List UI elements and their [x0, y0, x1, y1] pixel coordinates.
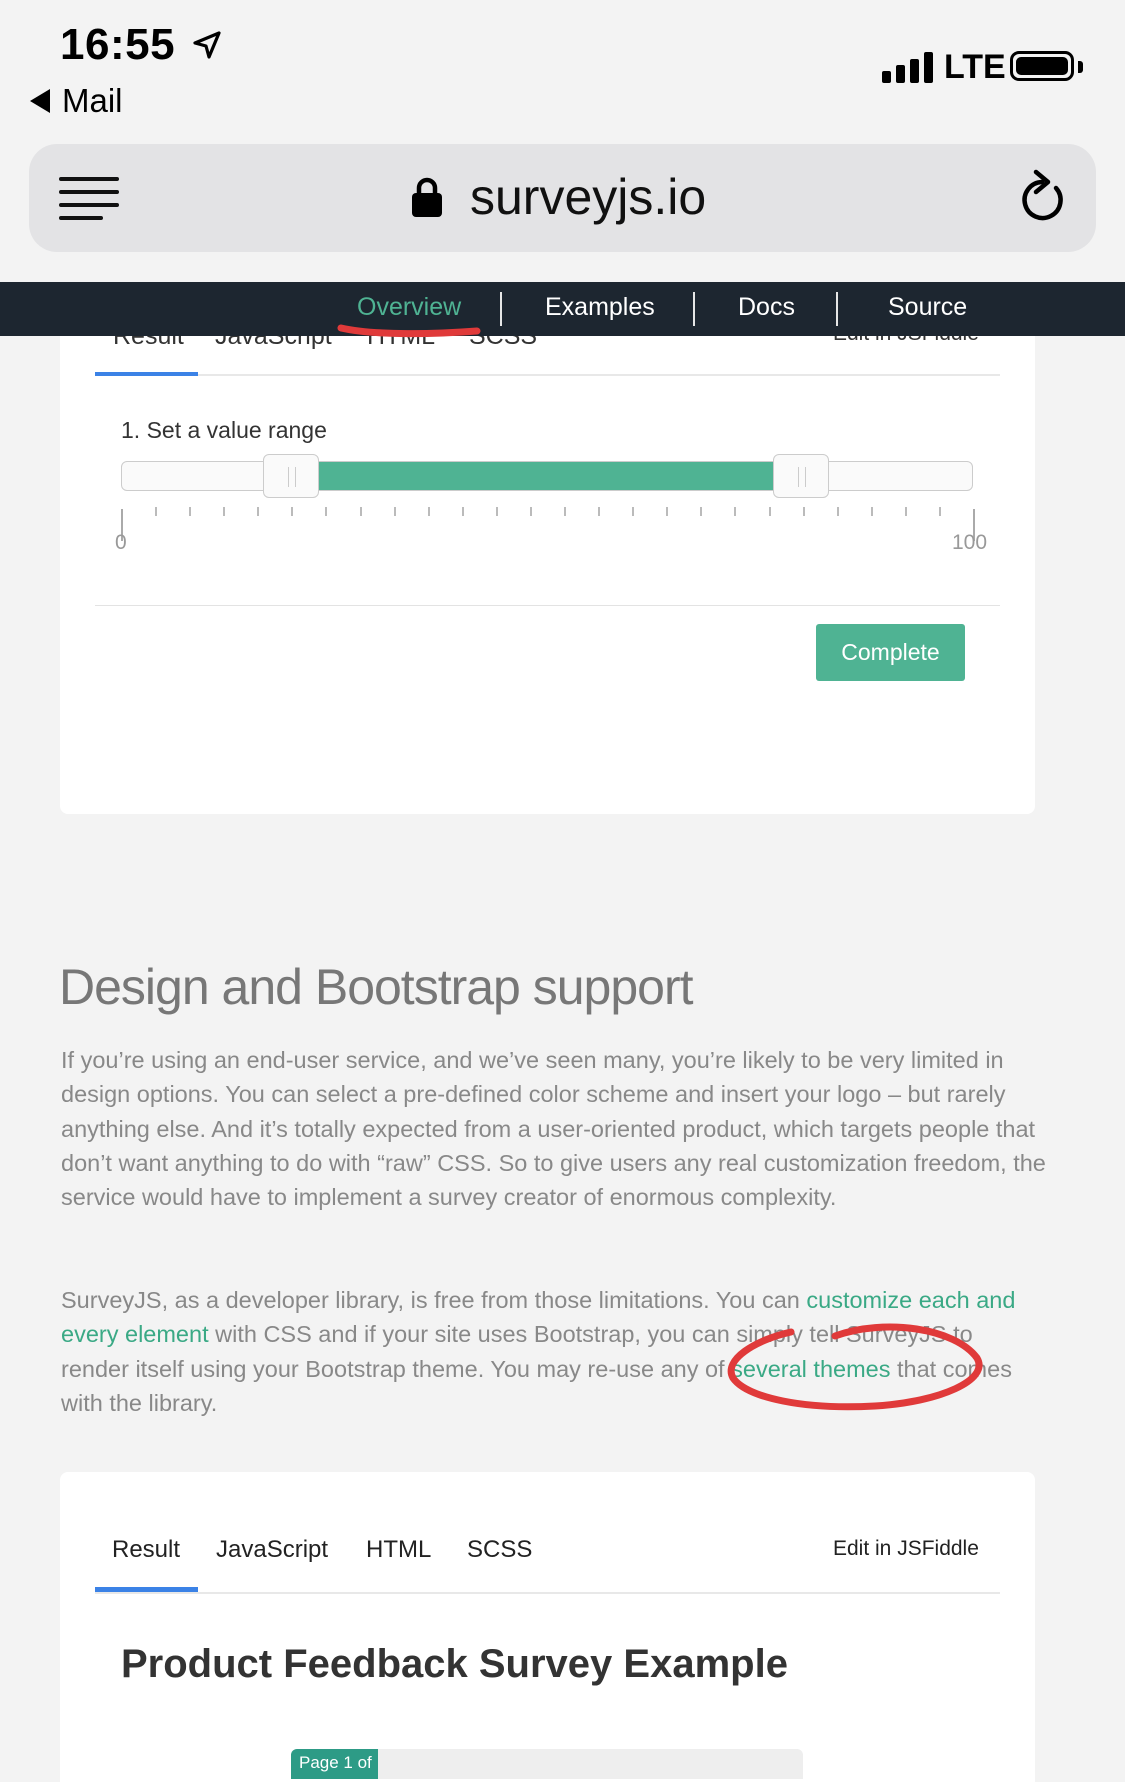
survey-title: Product Feedback Survey Example [121, 1642, 788, 1686]
tab-result-partial[interactable]: Result [113, 336, 184, 351]
question-title: 1. Set a value range [121, 417, 327, 443]
range-tick [598, 507, 600, 516]
back-app-label: Mail [62, 82, 123, 119]
range-tick [496, 507, 498, 516]
nav-overview[interactable]: Overview [357, 293, 461, 322]
range-tick [564, 507, 566, 516]
tab-scss-partial[interactable]: SCSS [469, 336, 537, 351]
cellular-signal-icon [882, 51, 933, 83]
range-tick [530, 507, 532, 516]
range-tick [257, 507, 259, 516]
battery-icon [1010, 51, 1074, 81]
range-min-label: 0 [115, 531, 127, 554]
range-tick [325, 507, 327, 516]
range-ticks [121, 505, 975, 545]
range-tick [939, 507, 941, 516]
section-heading: Design and Bootstrap support [59, 959, 694, 1015]
range-tick [905, 507, 907, 516]
range-tick [700, 507, 702, 516]
nav-separator [836, 292, 838, 326]
range-tick [769, 507, 771, 516]
nav-docs[interactable]: Docs [738, 293, 795, 322]
edit-in-jsfiddle-link[interactable]: Edit in JSFiddle [833, 1537, 979, 1561]
range-tick [666, 507, 668, 516]
tab-html[interactable]: HTML [366, 1536, 431, 1564]
range-tick [632, 507, 634, 516]
range-tick [223, 507, 225, 516]
progress-text: Page 1 of [299, 1753, 372, 1772]
paragraph-design: If you’re using an end-user service, and… [61, 1047, 1046, 1211]
example-card-range [60, 336, 1035, 814]
card-footer-divider [95, 605, 1000, 606]
url-text[interactable]: surveyjs.io [470, 168, 706, 226]
battery-tip [1078, 61, 1083, 73]
site-nav: Overview Examples Docs Source [0, 282, 1125, 336]
tab-divider [95, 374, 1000, 376]
red-underline-annotation [337, 324, 481, 338]
reload-icon[interactable] [1018, 168, 1066, 224]
nav-examples[interactable]: Examples [545, 293, 655, 322]
tab-javascript-partial[interactable]: JavaScript [215, 336, 332, 351]
network-type: LTE [944, 48, 1006, 86]
range-handle-low[interactable] [263, 454, 319, 498]
range-slider-fill [318, 462, 773, 490]
range-tick [394, 507, 396, 516]
tab-javascript[interactable]: JavaScript [216, 1536, 328, 1564]
tab-html-partial[interactable]: HTML [367, 336, 435, 351]
range-max-label: 100 [952, 531, 988, 554]
card-tabs-partial: Result JavaScript HTML SCSS Edit in JSFi… [95, 336, 995, 354]
range-tick [189, 507, 191, 516]
nav-separator [693, 292, 695, 326]
range-tick [871, 507, 873, 516]
location-arrow-icon [193, 31, 221, 59]
tab-scss[interactable]: SCSS [467, 1536, 532, 1564]
range-tick [155, 507, 157, 516]
example-card-product-feedback [60, 1472, 1035, 1782]
range-tick [291, 507, 293, 516]
status-time: 16:55 [60, 20, 176, 69]
range-tick [428, 507, 430, 516]
nav-source[interactable]: Source [888, 293, 967, 322]
range-handle-high[interactable] [773, 454, 829, 498]
range-tick [803, 507, 805, 516]
tab-divider [95, 1592, 1000, 1594]
edit-jsfiddle-partial[interactable]: Edit in JSFiddle [833, 336, 979, 346]
back-to-app-button[interactable]: Mail [30, 82, 123, 120]
complete-button[interactable]: Complete [816, 624, 965, 681]
lock-icon [412, 177, 442, 217]
back-triangle-icon [30, 89, 50, 113]
survey-progress: Page 1 of [291, 1749, 803, 1779]
red-circle-annotation [727, 1323, 983, 1411]
paragraph-text: SurveyJS, as a developer library, is fre… [61, 1287, 807, 1313]
range-tick [462, 507, 464, 516]
nav-separator [500, 292, 502, 326]
range-tick [734, 507, 736, 516]
tab-result[interactable]: Result [112, 1536, 180, 1564]
active-tab-indicator [95, 1587, 198, 1592]
reader-menu-icon[interactable] [59, 177, 119, 229]
range-tick [837, 507, 839, 516]
range-tick [360, 507, 362, 516]
active-tab-indicator [95, 372, 198, 376]
